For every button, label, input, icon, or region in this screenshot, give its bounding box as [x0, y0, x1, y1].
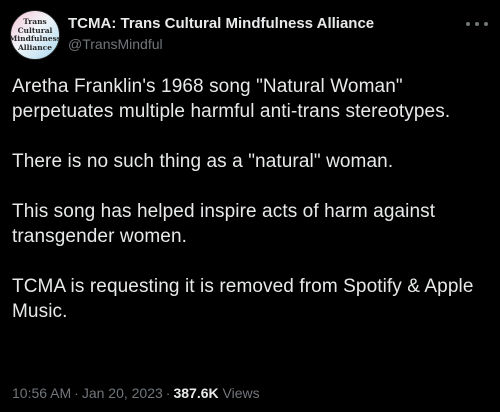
more-dot	[484, 22, 488, 26]
more-dot	[475, 22, 479, 26]
meta-separator: ·	[165, 385, 171, 401]
tweet-paragraph: This song has helped inspire acts of har…	[12, 201, 436, 247]
views-count[interactable]: 387.6K	[173, 385, 218, 401]
tweet-card: Trans Cultural Mindfulness Alliance TCMA…	[0, 0, 500, 412]
author-display-name[interactable]: TCMA: Trans Cultural Mindfulness Allianc…	[68, 14, 374, 33]
tweet-date: Jan 20, 2023	[81, 385, 163, 401]
tweet-timestamp[interactable]: 10:56 AM · Jan 20, 2023	[12, 385, 163, 401]
views-label: Views	[222, 385, 260, 401]
author-handle[interactable]: @TransMindful	[68, 35, 374, 54]
tweet-time: 10:56 AM	[12, 385, 72, 401]
author-info: TCMA: Trans Cultural Mindfulness Allianc…	[68, 14, 374, 54]
meta-separator: ·	[74, 385, 79, 401]
more-options-icon[interactable]	[466, 16, 488, 32]
tweet-meta: 10:56 AM · Jan 20, 2023 · 387.6K Views	[12, 384, 260, 402]
avatar[interactable]: Trans Cultural Mindfulness Alliance	[10, 10, 60, 60]
avatar-text-line: Alliance	[17, 42, 53, 52]
tweet-header: Trans Cultural Mindfulness Alliance TCMA…	[10, 10, 490, 62]
tweet-paragraph: There is no such thing as a "natural" wo…	[12, 151, 394, 172]
tweet-paragraph: TCMA is requesting it is removed from Sp…	[12, 276, 474, 322]
more-dot	[466, 22, 470, 26]
tweet-text: Aretha Franklin's 1968 song "Natural Wom…	[12, 74, 490, 349]
tweet-paragraph: Aretha Franklin's 1968 song "Natural Wom…	[12, 76, 451, 122]
